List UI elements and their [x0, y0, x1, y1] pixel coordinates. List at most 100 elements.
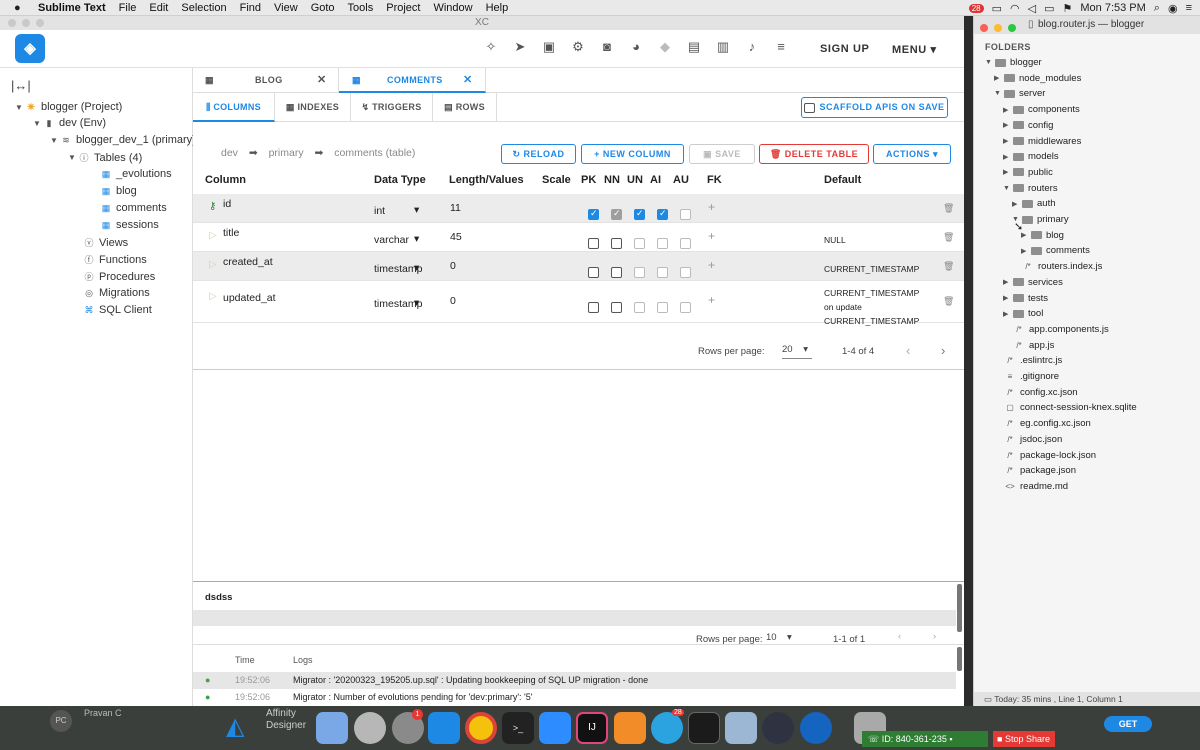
tree-item[interactable]: /* routers.index.js	[1012, 261, 1102, 272]
caret-right-icon[interactable]: ▶	[1003, 278, 1013, 286]
tree-item[interactable]: /* eg.config.xc.json	[994, 418, 1090, 429]
tree-item[interactable]: ▶ auth	[1012, 198, 1056, 209]
menu-view[interactable]: View	[274, 2, 298, 14]
default-value[interactable]: CURRENT_TIMESTAMP	[824, 262, 924, 276]
screen-icon[interactable]: ▭	[992, 2, 1002, 15]
zoom-dot[interactable]	[36, 19, 44, 27]
nn-checkbox[interactable]	[611, 208, 622, 220]
hamburger-icon[interactable]: ≡	[772, 38, 790, 56]
menu-find[interactable]: Find	[240, 2, 261, 14]
tree-item[interactable]: ▶ models	[1003, 151, 1059, 162]
minimize-dot[interactable]	[22, 19, 30, 27]
prev-page-icon[interactable]: ‹	[906, 343, 910, 358]
caret-down-icon[interactable]: ▼	[1003, 185, 1013, 192]
un-checkbox[interactable]	[634, 237, 645, 249]
caret-right-icon[interactable]: ▶	[1003, 153, 1013, 161]
rows-per-page-select[interactable]: 20 ▾	[782, 344, 812, 359]
tree-item[interactable]: ▼ blogger	[985, 57, 1042, 68]
intellij-icon[interactable]: IJ	[576, 712, 608, 744]
delete-table-button[interactable]: 🗑 DELETE TABLE	[759, 144, 869, 164]
breadcrumb-env[interactable]: dev	[221, 147, 238, 159]
tree-item[interactable]: ▶ public	[1003, 167, 1053, 178]
next-page-icon[interactable]: ›	[933, 632, 936, 642]
tree-item[interactable]: /* config.xc.json	[994, 387, 1077, 398]
caret-down-icon[interactable]: ▼	[994, 90, 1004, 97]
clock[interactable]: Mon 7:53 PM	[1080, 2, 1145, 14]
tree-item[interactable]: ▶ node_modules	[994, 73, 1081, 84]
menu-tools[interactable]: Tools	[348, 2, 374, 14]
sidebar-item-procedures[interactable]: ⓟ Procedures	[83, 270, 155, 283]
sidebar-item-migrations[interactable]: ◎ Migrations	[83, 287, 150, 299]
fk-add-icon[interactable]: +	[708, 229, 715, 243]
preview-icon[interactable]	[725, 712, 757, 744]
zoom-icon[interactable]	[539, 712, 571, 744]
table-item-sessions[interactable]: ▦ sessions	[100, 219, 159, 231]
telegram-icon[interactable]	[651, 712, 683, 744]
caret-right-icon[interactable]: ▶	[1012, 200, 1022, 208]
table-item-blog[interactable]: ▦ blog	[100, 185, 137, 197]
nn-checkbox[interactable]	[611, 302, 622, 313]
tree-item[interactable]: ▶ services	[1003, 277, 1063, 288]
column-name[interactable]: updated_at	[223, 292, 276, 304]
sidebar-item-functions[interactable]: ⓕ Functions	[83, 253, 146, 266]
sidebar-item-sql-client[interactable]: ⌘ SQL Client	[83, 304, 152, 316]
tree-item[interactable]: ▶ config	[1003, 120, 1053, 131]
actions-button[interactable]: ACTIONS ▾	[873, 144, 951, 164]
menu-selection[interactable]: Selection	[181, 2, 226, 14]
table-row[interactable]: ⚷ id int ▾ 11 + 🗑	[193, 194, 964, 223]
breadcrumb-db[interactable]: primary	[269, 147, 304, 159]
collapse-sidebar-icon[interactable]: |↔|	[11, 78, 31, 93]
tree-item[interactable]: ▶ components	[1003, 104, 1080, 115]
tree-db[interactable]: ▼ ≋ blogger_dev_1 (primary)	[50, 134, 196, 146]
scaffold-apis-toggle[interactable]: SCAFFOLD APIS ON SAVE	[801, 97, 948, 118]
fk-add-icon[interactable]: +	[708, 293, 715, 307]
electron-icon[interactable]	[762, 712, 794, 744]
au-checkbox[interactable]	[680, 237, 691, 249]
stop-share-button[interactable]: ■ Stop Share	[993, 731, 1055, 747]
save-button[interactable]: ▣ SAVE	[689, 144, 755, 164]
ai-checkbox[interactable]	[657, 302, 668, 313]
length-input[interactable]: 45	[450, 231, 462, 243]
nn-checkbox[interactable]	[611, 237, 622, 249]
menu-edit[interactable]: Edit	[149, 2, 168, 14]
app-store-icon[interactable]	[428, 712, 460, 744]
un-checkbox[interactable]	[634, 208, 645, 220]
close-dot[interactable]	[980, 24, 988, 32]
minimize-dot[interactable]	[993, 24, 1002, 32]
sublime-text-icon[interactable]	[614, 712, 646, 744]
tab-columns[interactable]: ⫼ COLUMNS	[193, 93, 275, 122]
caret-right-icon[interactable]: ▶	[1003, 137, 1013, 145]
tree-item[interactable]: ▶ comments	[1021, 245, 1090, 256]
menu-button[interactable]: MENU ▾	[892, 43, 937, 56]
tree-item[interactable]: /* app.js	[1003, 340, 1054, 351]
list-icon[interactable]: ≡	[1186, 2, 1192, 14]
tree-item[interactable]: ▶ middlewares	[1003, 136, 1081, 147]
menu-goto[interactable]: Goto	[311, 2, 335, 14]
tree-item[interactable]: /* package-lock.json	[994, 450, 1096, 461]
close-icon[interactable]: ✕	[463, 68, 473, 93]
gear-icon[interactable]: ⚙	[569, 38, 587, 56]
tree-project[interactable]: ▼ ✷ blogger (Project)	[15, 100, 122, 114]
tab-indexes[interactable]: ▦ INDEXES	[275, 93, 351, 122]
menu-window[interactable]: Window	[433, 2, 472, 14]
window-icon[interactable]: ▤	[685, 38, 703, 56]
caret-right-icon[interactable]: ▶	[1003, 106, 1013, 114]
apple-icon[interactable]: ●	[14, 2, 28, 14]
activity-monitor-icon[interactable]	[688, 712, 720, 744]
send-icon[interactable]: ➤	[511, 38, 529, 56]
ai-checkbox[interactable]	[657, 237, 668, 249]
tab-rows[interactable]: ▤ ROWS	[433, 93, 497, 122]
reload-button[interactable]: ↻ RELOAD	[501, 144, 576, 164]
get-button[interactable]: GET	[1104, 716, 1152, 732]
affinity-icon[interactable]: ◭	[226, 712, 244, 741]
length-input[interactable]: 0	[450, 260, 456, 272]
pk-checkbox[interactable]	[588, 237, 599, 249]
logs-scrollbar[interactable]	[957, 647, 962, 671]
sidebar-item-views[interactable]: ⓥ Views	[83, 236, 128, 249]
length-input[interactable]: 11	[450, 202, 461, 214]
tree-item[interactable]: ≡ .gitignore	[994, 371, 1059, 382]
pk-checkbox[interactable]	[588, 208, 599, 220]
discord-icon[interactable]: ◙	[598, 38, 616, 56]
caret-right-icon[interactable]: ▶	[1003, 121, 1013, 129]
bottom-scrollbar[interactable]	[957, 584, 962, 632]
